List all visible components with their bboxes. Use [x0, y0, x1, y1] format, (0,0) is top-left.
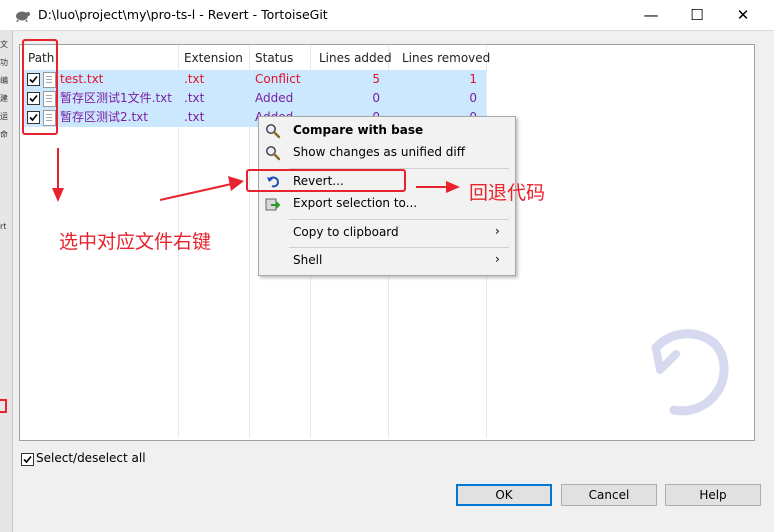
annotation-highlight-checkboxes [22, 39, 58, 135]
menu-item-label: Export selection to... [293, 196, 418, 210]
window-title: D:\luo\project\my\pro-ts-l - Revert - To… [38, 7, 328, 22]
title-bar: D:\luo\project\my\pro-ts-l - Revert - To… [0, 0, 774, 31]
menu-item-label: Compare with base [293, 123, 424, 137]
help-button[interactable]: Help [665, 484, 761, 506]
close-button[interactable]: ✕ [720, 0, 766, 30]
menu-item-label: Copy to clipboard [293, 225, 399, 239]
column-header-status[interactable]: Status [255, 45, 293, 71]
submenu-arrow-icon: › [495, 224, 500, 238]
background-text: 编 [0, 76, 8, 85]
maximize-button[interactable]: ☐ [674, 0, 720, 30]
background-text: 命 [0, 130, 8, 139]
file-status: Conflict [255, 72, 301, 86]
menu-item-copy-to-clipboard[interactable]: Copy to clipboard › [259, 222, 515, 244]
annotation-instruction-text: 选中对应文件右键 [59, 231, 212, 253]
menu-item-label: Shell [293, 253, 323, 267]
file-extension: .txt [184, 72, 205, 86]
checkmark-icon [23, 455, 32, 464]
column-header-extension[interactable]: Extension [184, 45, 243, 71]
lines-removed: 1 [469, 72, 477, 86]
tortoisegit-watermark-icon [651, 329, 729, 416]
annotation-highlight-revert [246, 169, 406, 192]
minimize-button[interactable]: — [628, 0, 674, 30]
file-extension: .txt [184, 91, 205, 105]
lines-removed: 0 [469, 91, 477, 105]
background-text: 运 [0, 112, 8, 121]
annotation-revert-text: 回退代码 [469, 182, 546, 204]
export-icon [265, 198, 281, 211]
select-all-checkbox[interactable] [21, 453, 34, 466]
magnifier-icon [266, 124, 281, 139]
menu-item-label: Show changes as unified diff [293, 145, 465, 159]
lines-added: 5 [372, 72, 380, 86]
background-text: 功 [0, 58, 8, 67]
background-text: 文 [0, 40, 8, 49]
file-path: test.txt [60, 72, 104, 86]
column-header-lines-removed[interactable]: Lines removed [402, 45, 490, 71]
menu-separator [289, 247, 509, 248]
cancel-button[interactable]: Cancel [561, 484, 657, 506]
menu-item-compare-with-base[interactable]: Compare with base [259, 120, 515, 142]
background-text: 建 [0, 94, 8, 103]
file-path: 暂存区测试1文件.txt [60, 91, 172, 105]
menu-separator [289, 219, 509, 220]
tortoisegit-app-icon [16, 11, 30, 22]
magnifier-icon [266, 146, 281, 161]
column-header-lines-added[interactable]: Lines added [319, 45, 392, 71]
menu-item-unified-diff[interactable]: Show changes as unified diff [259, 142, 515, 164]
file-extension: .txt [184, 110, 205, 124]
background-window-edge: 文 功 编 建 运 命 rt [0, 30, 13, 532]
lines-added: 0 [372, 91, 380, 105]
file-status: Added [255, 91, 294, 105]
background-text: rt [0, 222, 7, 231]
select-all-label[interactable]: Select/deselect all [36, 451, 146, 465]
file-path: 暂存区测试2.txt [60, 110, 148, 124]
ok-button[interactable]: OK [456, 484, 552, 506]
submenu-arrow-icon: › [495, 252, 500, 266]
menu-item-shell[interactable]: Shell › [259, 250, 515, 272]
